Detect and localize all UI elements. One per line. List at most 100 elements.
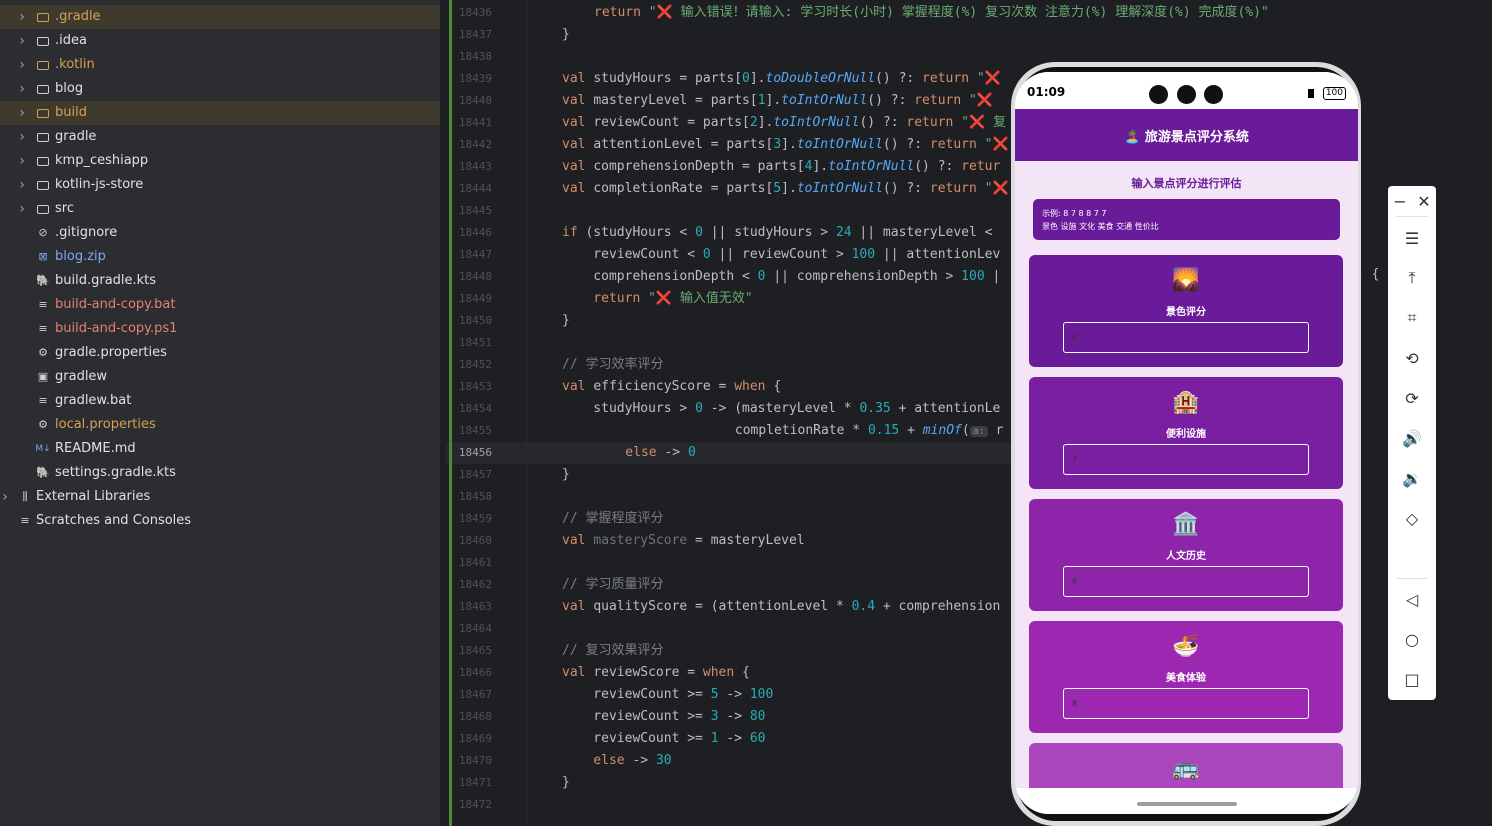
- chevron-right-icon[interactable]: ›: [17, 178, 27, 192]
- tree-item[interactable]: ▣ gradlew: [0, 365, 440, 389]
- back-icon[interactable]: ◁: [1388, 584, 1436, 614]
- eraser-icon[interactable]: ◇: [1388, 503, 1436, 533]
- score-input[interactable]: 8: [1063, 322, 1309, 353]
- rating-card: 🏨 便利设施 7: [1029, 377, 1343, 489]
- chevron-right-icon[interactable]: ›: [17, 82, 27, 96]
- tree-item[interactable]: › ⫼ External Libraries: [0, 485, 440, 509]
- chevron-right-icon[interactable]: ›: [17, 10, 27, 24]
- rotate-alt-icon[interactable]: ⟳: [1388, 383, 1436, 413]
- toolbar-divider: [1396, 216, 1428, 217]
- gradle-icon: 🐘: [36, 466, 50, 479]
- chevron-right-icon[interactable]: ›: [0, 490, 10, 504]
- line-number: 18449: [458, 292, 492, 305]
- chevron-right-icon[interactable]: ›: [17, 58, 27, 72]
- tree-item[interactable]: › kmp_ceshiapp: [0, 149, 440, 173]
- tree-item[interactable]: › .idea: [0, 29, 440, 53]
- volume-down-icon[interactable]: 🔉: [1388, 463, 1436, 493]
- tree-item-label: build-and-copy.bat: [55, 297, 176, 312]
- folder-icon: [36, 130, 50, 144]
- line-number: 18461: [458, 556, 492, 569]
- tree-item[interactable]: ≡ build-and-copy.bat: [0, 293, 440, 317]
- line-number: 18447: [458, 248, 492, 261]
- code-line: // 学习效率评分: [562, 357, 664, 372]
- tree-item[interactable]: ≡ build-and-copy.ps1: [0, 317, 440, 341]
- code-line: val qualityScore = (attentionLevel * 0.4…: [562, 599, 1001, 614]
- line-number: 18440: [458, 94, 492, 107]
- folder-icon: [36, 82, 50, 96]
- hint-fields: 景色 设施 文化 美食 交通 性价比: [1042, 222, 1159, 231]
- close-icon[interactable]: ✕: [1412, 186, 1436, 216]
- code-line: reviewCount >= 3 -> 80: [562, 709, 766, 724]
- volume-up-icon[interactable]: 🔊: [1388, 423, 1436, 453]
- tree-item[interactable]: › src: [0, 197, 440, 221]
- minimize-icon[interactable]: −: [1388, 186, 1412, 216]
- code-line: val completionRate = parts[5].toIntOrNul…: [562, 181, 1009, 196]
- tree-item-label: .idea: [55, 33, 87, 48]
- line-number: 18467: [458, 688, 492, 701]
- status-bar: 01:09 100: [1015, 72, 1358, 109]
- home-indicator[interactable]: [1137, 802, 1237, 806]
- tree-item[interactable]: › gradle: [0, 125, 440, 149]
- line-number: 18472: [458, 798, 492, 811]
- chevron-right-icon[interactable]: ›: [17, 130, 27, 144]
- folder-icon: [36, 34, 50, 48]
- crop-icon[interactable]: ⌗: [1388, 303, 1436, 333]
- fold-gutter: [526, 0, 527, 826]
- tree-item[interactable]: 🐘 settings.gradle.kts: [0, 461, 440, 485]
- tree-item-label: Scratches and Consoles: [36, 513, 192, 528]
- score-input[interactable]: 7: [1063, 444, 1309, 475]
- tree-item-label: kmp_ceshiapp: [55, 153, 149, 168]
- museum-icon: 🏛️: [1172, 512, 1200, 537]
- tree-item[interactable]: › .gradle: [0, 5, 440, 29]
- tree-item[interactable]: ⚙ gradle.properties: [0, 341, 440, 365]
- tree-item[interactable]: › blog: [0, 77, 440, 101]
- code-line: reviewCount >= 5 -> 100: [562, 687, 774, 702]
- code-line: val masteryLevel = parts[1].toIntOrNull(…: [562, 93, 994, 108]
- hint-example: 示例: 8 7 8 8 7 7: [1042, 209, 1107, 218]
- chevron-right-icon[interactable]: ›: [17, 202, 27, 216]
- tree-item[interactable]: ⚙ local.properties: [0, 413, 440, 437]
- chevron-right-icon[interactable]: ›: [17, 106, 27, 120]
- rotate-icon[interactable]: ⟲: [1388, 343, 1436, 373]
- tree-item[interactable]: M↓ README.md: [0, 437, 440, 461]
- code-line: studyHours > 0 -> (masteryLevel * 0.35 +…: [562, 401, 1001, 416]
- menu-icon[interactable]: ☰: [1388, 223, 1436, 253]
- scratches-icon: ≡: [20, 514, 30, 527]
- tree-item[interactable]: ≡ Scratches and Consoles: [0, 509, 440, 533]
- overview-icon[interactable]: □: [1388, 664, 1436, 694]
- chevron-right-icon[interactable]: ›: [17, 154, 27, 168]
- phone-screen[interactable]: 01:09 100 🏝️ 旅游景点评分系统 输入景点评分进行评估 示例: 8 7…: [1015, 72, 1358, 814]
- tree-item[interactable]: ≡ gradlew.bat: [0, 389, 440, 413]
- line-number: 18446: [458, 226, 492, 239]
- home-icon[interactable]: ○: [1388, 624, 1436, 654]
- rating-card: 🍜 美食体验 8: [1029, 621, 1343, 733]
- code-line: completionRate * 0.15 + minOf(a: r: [594, 423, 1004, 438]
- rating-card: 🌄 景色评分 8: [1029, 255, 1343, 367]
- settings-file-icon: ⚙: [38, 346, 48, 359]
- line-number: 18451: [458, 336, 492, 349]
- score-input[interactable]: 8: [1063, 688, 1309, 719]
- code-line: comprehensionDepth < 0 || comprehensionD…: [562, 269, 1001, 284]
- tree-item[interactable]: ⊠ blog.zip: [0, 245, 440, 269]
- line-number: 18471: [458, 776, 492, 789]
- line-number: 18468: [458, 710, 492, 723]
- score-value: 7: [1072, 455, 1078, 464]
- app-content[interactable]: 输入景点评分进行评估 示例: 8 7 8 8 7 7 景色 设施 文化 美食 交…: [1015, 161, 1358, 814]
- line-number: 18452: [458, 358, 492, 371]
- terminal-file-icon: ▣: [37, 370, 49, 383]
- project-panel: › .gradle › .idea › .kotlin › blog › build › gradle…: [0, 0, 440, 826]
- tree-item[interactable]: › kotlin-js-store: [0, 173, 440, 197]
- code-line: val masteryScore = masteryLevel: [562, 533, 805, 548]
- tree-item[interactable]: ⊘ .gitignore: [0, 221, 440, 245]
- tree-item[interactable]: › build: [0, 101, 440, 125]
- chevron-right-icon[interactable]: ›: [17, 34, 27, 48]
- line-number: 18466: [458, 666, 492, 679]
- tree-item[interactable]: › .kotlin: [0, 53, 440, 77]
- tree-item[interactable]: 🐘 build.gradle.kts: [0, 269, 440, 293]
- toolbar-divider: [1396, 578, 1428, 579]
- code-line: val attentionLevel = parts[3].toIntOrNul…: [562, 137, 1009, 152]
- tree-item-label: .kotlin: [55, 57, 95, 72]
- pin-top-icon[interactable]: ⤒: [1388, 263, 1436, 293]
- score-input[interactable]: 8: [1063, 566, 1309, 597]
- line-number: 18454: [458, 402, 492, 415]
